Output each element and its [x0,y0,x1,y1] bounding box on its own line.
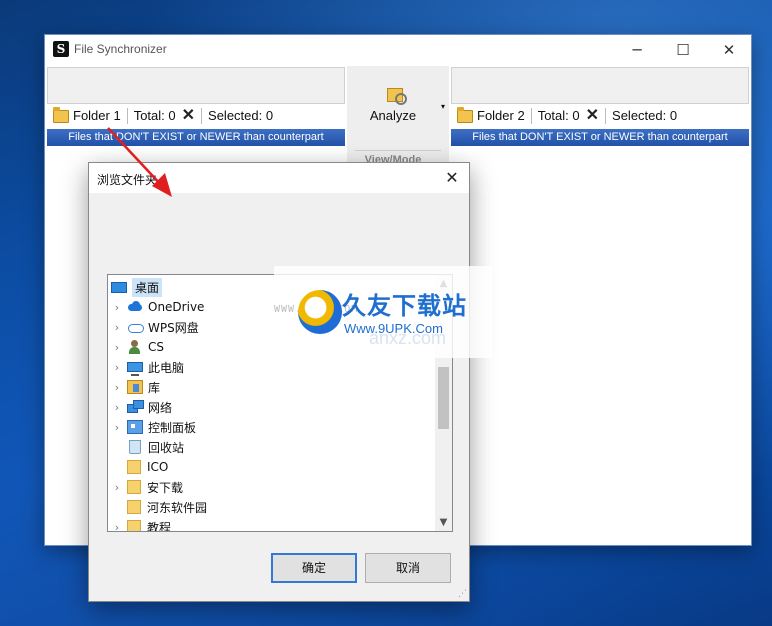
folder1-path-field[interactable] [47,67,345,104]
open-folder-icon [457,106,473,123]
tree-item-label: WPS网盘 [148,320,199,335]
scroll-thumb[interactable] [438,367,449,429]
folder2-path-field[interactable] [451,67,749,104]
folder2-total-group: Total: 0 ✕ [532,108,607,124]
folder-icon [127,500,141,514]
recycle-bin-icon [129,440,141,454]
window-title: File Synchronizer [74,42,167,56]
folder2-label: Folder 2 [477,108,525,123]
tree-item-label: 教程 [147,520,172,532]
browse-folder-dialog: 浏览文件夹 ✕ › 教程 河东软件园 › 安下载 ICO 回收站 › 控制面板 › 网络 › 库 › 此电脑… [88,162,470,602]
dialog-title-bar[interactable]: 浏览文件夹 ✕ [89,163,469,193]
tree-item-label: OneDrive [148,300,205,314]
tree-item[interactable]: 回收站 [108,437,434,457]
toolbar-divider [355,150,441,151]
ok-button[interactable]: 确定 [271,553,357,583]
tree-item[interactable]: 河东软件园 [108,497,434,517]
tree-item-label: 网络 [148,400,173,415]
tree-item-label: CS [148,340,164,354]
center-toolbar: Analyze ▾ View/Mode [347,66,449,166]
control-panel-icon [127,420,143,434]
app-icon[interactable]: S [53,41,69,57]
minimize-button[interactable]: ─ [617,39,657,61]
analyze-button[interactable]: Analyze [347,108,439,123]
folder2-selected-group: Selected: 0 [606,108,683,124]
library-icon [127,380,143,394]
folder2-selected: Selected: 0 [612,108,678,123]
tree-item[interactable]: › 网络 [108,397,434,417]
folder-icon [127,480,141,494]
tree-item-label: 库 [148,380,161,395]
folder1-filter-bar[interactable]: Files that DON'T EXIST or NEWER than cou… [47,129,345,146]
tree-item-label: 此电脑 [148,360,185,375]
computer-icon [127,362,143,376]
tree-item[interactable]: › 库 [108,377,434,397]
analyze-dropdown-icon[interactable]: ▾ [441,102,445,111]
watermark-ghost-text: anxz.com [369,328,447,348]
dialog-close-button[interactable]: ✕ [435,163,469,193]
wps-cloud-icon [127,320,144,334]
tree-item-label: 河东软件园 [147,500,208,515]
folder1-button[interactable]: Folder 1 [47,106,128,124]
folder2-button[interactable]: Folder 2 [451,106,532,124]
folder1-label: Folder 1 [73,108,121,123]
expand-chevron-icon[interactable]: › [110,301,124,314]
tree-item-label: 回收站 [148,440,185,455]
folder1-status-bar: Folder 1 Total: 0 ✕ Selected: 0 [47,105,345,127]
tree-item[interactable]: › 安下载 [108,477,434,497]
expand-chevron-icon[interactable]: › [110,421,124,434]
folder1-total: Total: 0 [133,108,176,123]
watermark-logo-icon [298,290,342,334]
close-button[interactable]: ✕ [709,39,749,61]
tree-item[interactable]: › 控制面板 [108,417,434,437]
tree-item[interactable]: ICO [108,457,434,477]
folder2-total: Total: 0 [537,108,580,123]
folder1-selected-group: Selected: 0 [202,108,279,124]
expand-chevron-icon[interactable]: › [110,341,124,354]
analyze-icon[interactable] [387,88,407,105]
resize-grip-icon[interactable]: ⋰ [458,589,467,599]
user-icon [127,340,143,354]
expand-chevron-icon[interactable]: › [110,381,124,394]
folder1-total-group: Total: 0 ✕ [128,108,203,124]
onedrive-icon [127,300,143,314]
expand-chevron-icon[interactable]: › [110,361,124,374]
tree-item-label: ICO [147,460,169,474]
folder2-filter-bar[interactable]: Files that DON'T EXIST or NEWER than cou… [451,129,749,146]
expand-chevron-icon[interactable]: › [110,521,124,532]
tree-item-label: 控制面板 [148,420,197,435]
dialog-title: 浏览文件夹 [97,173,158,187]
watermark-title: 久友下载站 [342,292,467,320]
folder-icon [127,520,141,531]
network-icon [127,400,144,414]
scroll-down-icon[interactable]: ▼ [435,514,452,531]
clear-icon[interactable]: ✕ [586,108,599,124]
expand-chevron-icon[interactable]: › [110,481,124,494]
expand-chevron-icon[interactable]: › [110,321,124,334]
title-bar[interactable]: S File Synchronizer ─ ☐ ✕ [45,35,751,65]
watermark: WWW.9UPK.COM 久友下载站 Www.9UPK.Com anxz.com [274,266,492,358]
clear-icon[interactable]: ✕ [182,108,195,124]
desktop-icon [111,281,127,293]
tree-item-label: 桌面 [132,277,163,297]
tree-item[interactable]: › 此电脑 [108,357,434,377]
tree-item-label: 安下载 [147,480,184,495]
folder-icon [127,460,141,474]
expand-chevron-icon[interactable]: › [110,401,124,414]
maximize-button[interactable]: ☐ [663,39,703,61]
open-folder-icon [53,106,69,123]
folder2-status-bar: Folder 2 Total: 0 ✕ Selected: 0 [451,105,749,127]
tree-item[interactable]: › 教程 [108,517,434,532]
cancel-button[interactable]: 取消 [365,553,451,583]
folder1-selected: Selected: 0 [208,108,274,123]
